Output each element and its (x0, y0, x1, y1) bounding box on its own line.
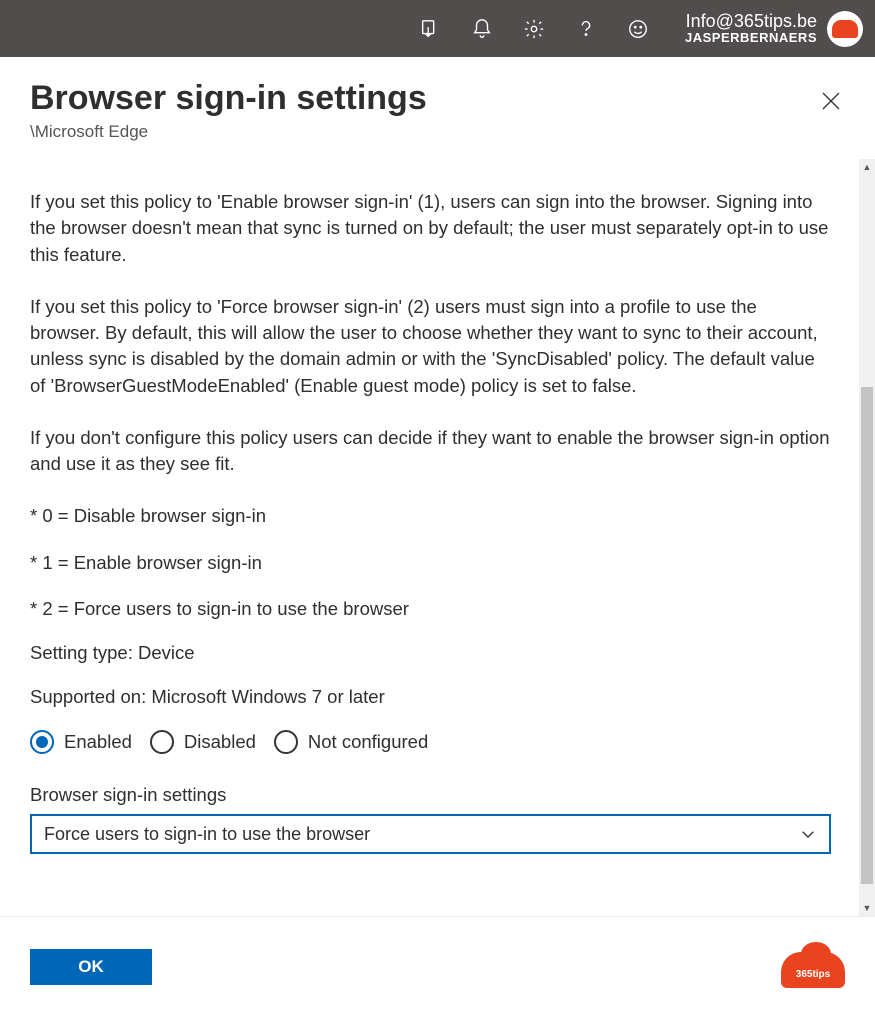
brand-logo: 365tips (781, 946, 845, 988)
page-title: Browser sign-in settings (30, 79, 845, 118)
radio-not-configured[interactable]: Not configured (274, 730, 428, 754)
option-0: * 0 = Disable browser sign-in (30, 503, 831, 529)
supported-on: Supported on: Microsoft Windows 7 or lat… (30, 686, 831, 708)
settings-icon[interactable] (523, 18, 545, 40)
radio-circle-icon (274, 730, 298, 754)
radio-circle-icon (30, 730, 54, 754)
topbar-icons (419, 18, 649, 40)
radio-disabled[interactable]: Disabled (150, 730, 256, 754)
brand-text: 365tips (781, 969, 845, 980)
user-block[interactable]: Info@365tips.be JASPERBERNAERS (685, 11, 863, 47)
scroll-up-icon[interactable]: ▲ (859, 159, 875, 175)
radio-enabled-label: Enabled (64, 731, 132, 753)
scrollbar-thumb[interactable] (861, 387, 873, 884)
breadcrumb: \Microsoft Edge (30, 122, 845, 142)
user-tenant: JASPERBERNAERS (685, 31, 817, 46)
radio-enabled[interactable]: Enabled (30, 730, 132, 754)
notifications-icon[interactable] (471, 18, 493, 40)
description-p3: If you don't configure this policy users… (30, 425, 831, 478)
state-radio-group: Enabled Disabled Not configured (30, 730, 831, 754)
browser-signin-select[interactable]: Force users to sign-in to use the browse… (30, 814, 831, 854)
radio-circle-icon (150, 730, 174, 754)
footer: OK 365tips (0, 916, 875, 1016)
option-2: * 2 = Force users to sign-in to use the … (30, 596, 831, 622)
top-bar: Info@365tips.be JASPERBERNAERS (0, 0, 875, 57)
ok-button[interactable]: OK (30, 949, 152, 985)
description-p1: If you set this policy to 'Enable browse… (30, 189, 831, 268)
select-value: Force users to sign-in to use the browse… (44, 824, 370, 845)
scroll-down-icon[interactable]: ▼ (859, 900, 875, 916)
header: Browser sign-in settings \Microsoft Edge (0, 57, 875, 154)
promote-icon[interactable] (419, 18, 441, 40)
description-p2: If you set this policy to 'Force browser… (30, 294, 831, 399)
radio-not-configured-label: Not configured (308, 731, 428, 753)
feedback-icon[interactable] (627, 18, 649, 40)
close-button[interactable] (819, 89, 843, 113)
scroll-area: If you set this policy to 'Enable browse… (0, 159, 859, 916)
chevron-down-icon (799, 825, 817, 843)
radio-disabled-label: Disabled (184, 731, 256, 753)
option-1: * 1 = Enable browser sign-in (30, 550, 831, 576)
select-label: Browser sign-in settings (30, 784, 831, 806)
setting-type: Setting type: Device (30, 642, 831, 664)
user-email: Info@365tips.be (685, 11, 817, 32)
content: Browser sign-in settings \Microsoft Edge… (0, 57, 875, 916)
help-icon[interactable] (575, 18, 597, 40)
scrollbar[interactable]: ▲ ▼ (859, 159, 875, 916)
avatar[interactable] (827, 11, 863, 47)
